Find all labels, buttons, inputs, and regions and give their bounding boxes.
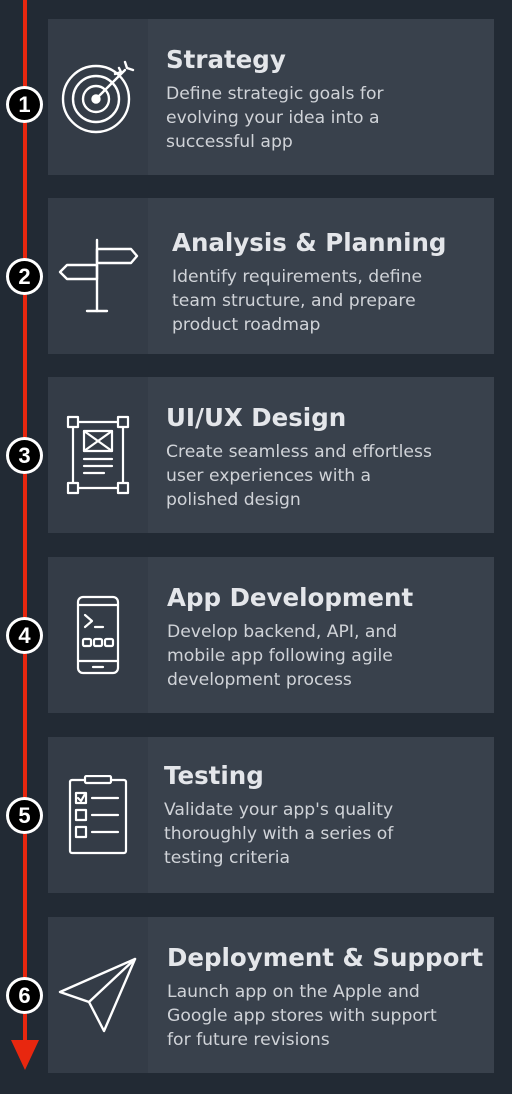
step-number-badge: 4 bbox=[6, 617, 43, 654]
step-number-badge: 2 bbox=[6, 258, 43, 295]
step-title: Testing bbox=[164, 761, 264, 790]
step-card-ui-ux-design: UI/UX Design Create seamless and effortl… bbox=[48, 377, 494, 533]
step-card-deployment-support: Deployment & Support Launch app on the A… bbox=[48, 917, 494, 1073]
step-description: Identify requirements, define team struct… bbox=[172, 267, 423, 335]
mobile-code-icon bbox=[76, 595, 120, 675]
step-description: Validate your app's quality thoroughly wi… bbox=[164, 800, 394, 868]
step-number-badge: 6 bbox=[6, 977, 43, 1014]
step-card-app-development: App Development Develop backend, API, an… bbox=[48, 557, 494, 713]
step-title: App Development bbox=[167, 583, 414, 612]
signpost-icon bbox=[58, 238, 139, 313]
step-card-strategy: Strategy Define strategic goals for evolv… bbox=[48, 19, 494, 175]
step-card-analysis-planning: Analysis & Planning Identify requirement… bbox=[48, 198, 494, 354]
step-card-testing: Testing Validate your app's quality thoro… bbox=[48, 737, 494, 893]
target-icon bbox=[61, 60, 135, 134]
timeline-arrow-icon bbox=[11, 1040, 39, 1070]
wireframe-icon bbox=[66, 415, 130, 495]
step-icon-panel bbox=[48, 198, 148, 354]
timeline-line bbox=[23, 0, 27, 1052]
step-number-badge: 1 bbox=[6, 86, 43, 123]
step-description: Create seamless and effortless user exper… bbox=[166, 442, 432, 510]
step-title: UI/UX Design bbox=[166, 403, 347, 432]
step-icon-panel bbox=[48, 917, 148, 1073]
step-number-badge: 5 bbox=[6, 797, 43, 834]
paper-plane-icon bbox=[58, 957, 137, 1033]
step-title: Deployment & Support bbox=[167, 943, 484, 972]
step-icon-panel bbox=[48, 737, 148, 893]
step-description: Define strategic goals for evolving your … bbox=[166, 84, 384, 152]
step-icon-panel bbox=[48, 377, 148, 533]
step-number-badge: 3 bbox=[6, 437, 43, 474]
step-title: Strategy bbox=[166, 45, 286, 74]
step-icon-panel bbox=[48, 19, 148, 175]
step-description: Develop backend, API, and mobile app foll… bbox=[167, 622, 398, 690]
step-title: Analysis & Planning bbox=[172, 228, 447, 257]
checklist-icon bbox=[68, 775, 128, 855]
step-icon-panel bbox=[48, 557, 148, 713]
step-description: Launch app on the Apple and Google app st… bbox=[167, 982, 437, 1050]
